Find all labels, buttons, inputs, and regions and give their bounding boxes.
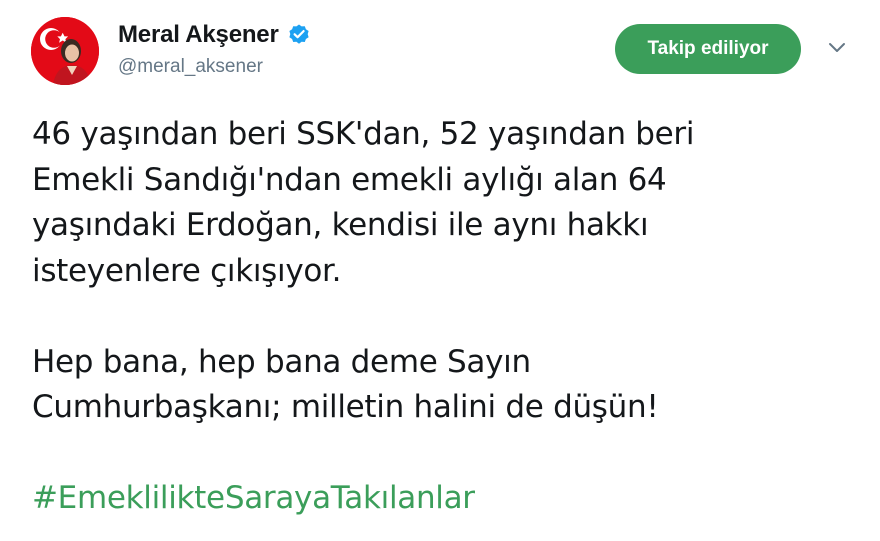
tweet-line: 46 yaşından beri SSK'dan, 52 yaşından be… (32, 116, 695, 152)
following-button[interactable]: Takip ediliyor (615, 24, 801, 74)
tweet-text: 46 yaşından beri SSK'dan, 52 yaşından be… (32, 112, 862, 522)
tweet-line: Cumhurbaşkanı; milletin halini de düşün! (32, 389, 659, 425)
tweet-card: Meral Akşener @meral_aksener Takip edili… (0, 0, 880, 541)
tweet-paragraph-1: 46 yaşından beri SSK'dan, 52 yaşından be… (32, 112, 862, 294)
author-display-name[interactable]: Meral Akşener (118, 21, 279, 49)
avatar[interactable] (31, 17, 99, 85)
tweet-line: Hep bana, hep bana deme Sayın (32, 343, 531, 380)
avatar-image (31, 17, 99, 85)
hashtag-link[interactable]: #EmeklilikteSarayaTakılanlar (32, 480, 475, 516)
author-name-row: Meral Akşener (118, 21, 311, 49)
chevron-down-icon[interactable] (826, 40, 848, 56)
tweet-line: Emekli Sandığı'ndan emekli aylığı alan 6… (32, 161, 667, 198)
author-handle[interactable]: @meral_aksener (118, 56, 263, 78)
tweet-line: isteyenlere çıkışıyor. (32, 252, 342, 289)
tweet-paragraph-3: #EmeklilikteSarayaTakılanlar (32, 476, 862, 522)
verified-badge-icon (287, 23, 311, 47)
tweet-paragraph-2: Hep bana, hep bana deme Sayın Cumhurbaşk… (32, 340, 862, 431)
tweet-line: yaşındaki Erdoğan, kendisi ile aynı hakk… (32, 207, 649, 243)
